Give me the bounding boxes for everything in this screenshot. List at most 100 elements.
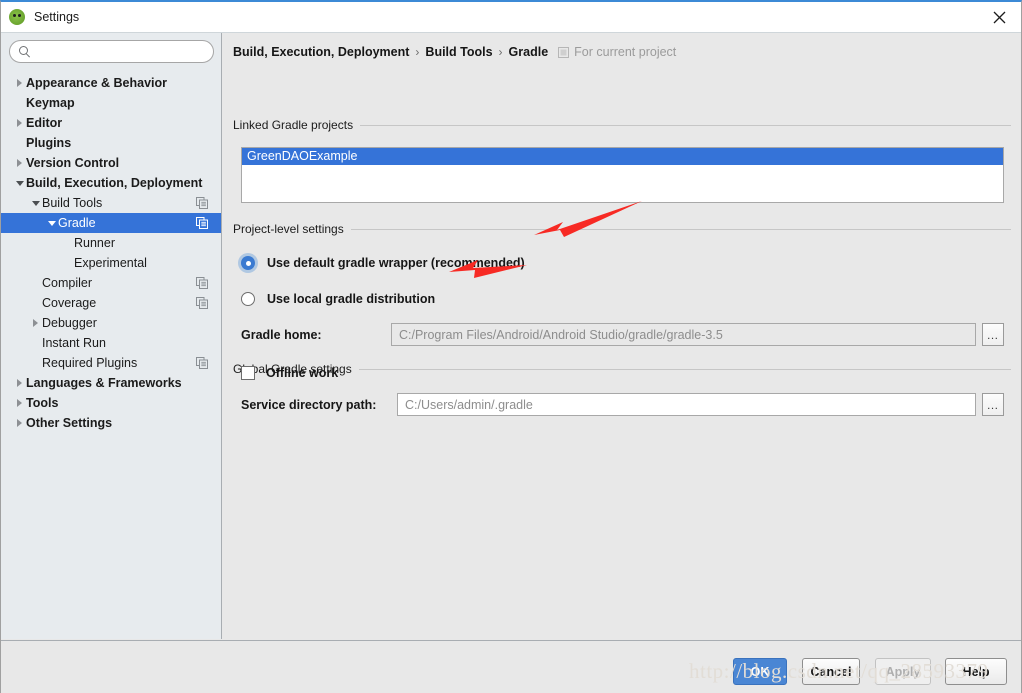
- copy-icon[interactable]: [196, 297, 208, 309]
- breadcrumb-item-2[interactable]: Build Tools: [425, 45, 492, 59]
- sidebar-item-version-control[interactable]: Version Control: [1, 153, 221, 173]
- chevron-right-icon[interactable]: [13, 393, 26, 413]
- close-icon[interactable]: [977, 2, 1021, 32]
- sidebar-item-label: Other Settings: [26, 416, 113, 430]
- search-area: [1, 33, 221, 63]
- service-directory-field[interactable]: C:/Users/admin/.gradle: [397, 393, 976, 416]
- settings-main-pane: Build, Execution, Deployment › Build Too…: [223, 33, 1021, 639]
- sidebar-item-label: Runner: [74, 236, 115, 250]
- sidebar-item-other-settings[interactable]: Other Settings: [1, 413, 221, 433]
- breadcrumb: Build, Execution, Deployment › Build Too…: [233, 45, 676, 59]
- settings-tree: Appearance & Behavior Keymap Editor Plugins…: [1, 73, 221, 433]
- gradle-home-value: C:/Program Files/Android/Android Studio/…: [399, 327, 723, 342]
- sidebar-item-gradle[interactable]: Gradle: [1, 213, 221, 233]
- radio-use-default-gradle-wrapper[interactable]: Use default gradle wrapper (recommended): [241, 256, 525, 270]
- gradle-home-row: Gradle home: C:/Program Files/Android/An…: [241, 323, 1004, 346]
- sidebar-item-label: Editor: [26, 116, 63, 130]
- sidebar-item-label: Gradle: [58, 216, 96, 230]
- chevron-down-icon[interactable]: [29, 193, 42, 213]
- chevron-right-icon[interactable]: [13, 73, 26, 93]
- sidebar-item-label: Languages & Frameworks: [26, 376, 182, 390]
- sidebar-item-build-tools[interactable]: Build Tools: [1, 193, 221, 213]
- group-project-level-settings: Project-level settings: [233, 222, 1011, 236]
- sidebar-item-compiler[interactable]: Compiler: [1, 273, 221, 293]
- sidebar-item-instant-run[interactable]: Instant Run: [1, 333, 221, 353]
- group-divider: [360, 124, 1011, 126]
- settings-sidebar: Appearance & Behavior Keymap Editor Plugins…: [1, 33, 222, 639]
- search-input[interactable]: [35, 43, 205, 60]
- radio-label-default-wrapper: Use default gradle wrapper (recommended): [267, 256, 525, 270]
- sidebar-item-label: Compiler: [42, 276, 93, 290]
- chevron-down-icon[interactable]: [13, 173, 26, 193]
- sidebar-item-editor[interactable]: Editor: [1, 113, 221, 133]
- group-label-linked-projects: Linked Gradle projects: [233, 118, 354, 132]
- cancel-button[interactable]: Cancel: [802, 658, 860, 685]
- service-directory-label: Service directory path:: [241, 397, 377, 412]
- breadcrumb-item-3[interactable]: Gradle: [509, 45, 549, 59]
- sidebar-item-build-execution-deployment[interactable]: Build, Execution, Deployment: [1, 173, 221, 193]
- chevron-right-icon[interactable]: [13, 413, 26, 433]
- sidebar-item-coverage[interactable]: Coverage: [1, 293, 221, 313]
- gradle-home-field[interactable]: C:/Program Files/Android/Android Studio/…: [391, 323, 976, 346]
- ok-button[interactable]: OK: [733, 658, 787, 685]
- sidebar-item-experimental[interactable]: Experimental: [1, 253, 221, 273]
- copy-icon[interactable]: [196, 217, 208, 229]
- radio-use-local-gradle-distribution[interactable]: Use local gradle distribution: [241, 292, 435, 306]
- title-bar: Settings: [1, 2, 1021, 32]
- radio-button-default-wrapper[interactable]: [241, 256, 255, 270]
- gradle-home-label: Gradle home:: [241, 327, 322, 342]
- group-divider: [358, 368, 1011, 370]
- chevron-right-icon[interactable]: [13, 153, 26, 173]
- apply-button: Apply: [875, 658, 931, 685]
- breadcrumb-item-1[interactable]: Build, Execution, Deployment: [233, 45, 409, 59]
- sidebar-item-label: Experimental: [74, 256, 147, 270]
- sidebar-item-label: Appearance & Behavior: [26, 76, 168, 90]
- sidebar-item-label: Debugger: [42, 316, 97, 330]
- sidebar-item-required-plugins[interactable]: Required Plugins: [1, 353, 221, 373]
- search-box[interactable]: [9, 40, 214, 63]
- service-directory-value: C:/Users/admin/.gradle: [405, 397, 533, 412]
- group-global-gradle-settings: Global Gradle settings: [233, 362, 1011, 376]
- checkbox-label-offline-work: Offline work: [266, 366, 339, 380]
- radio-button-local-distribution[interactable]: [241, 292, 255, 306]
- sidebar-item-label: Required Plugins: [42, 356, 138, 370]
- gradle-home-browse-button[interactable]: …: [982, 323, 1004, 346]
- project-scope-icon: [558, 47, 570, 58]
- help-button[interactable]: Help: [945, 658, 1007, 685]
- sidebar-item-keymap[interactable]: Keymap: [1, 93, 221, 113]
- sidebar-item-debugger[interactable]: Debugger: [1, 313, 221, 333]
- copy-icon[interactable]: [196, 357, 208, 369]
- search-icon: [19, 46, 30, 57]
- checkbox-offline-work[interactable]: Offline work: [241, 366, 338, 380]
- linked-projects-list[interactable]: GreenDAOExample: [241, 147, 1004, 203]
- group-label-project-level: Project-level settings: [233, 222, 344, 236]
- sidebar-item-runner[interactable]: Runner: [1, 233, 221, 253]
- sidebar-item-label: Version Control: [26, 156, 120, 170]
- sidebar-item-appearance-behavior[interactable]: Appearance & Behavior: [1, 73, 221, 93]
- chevron-down-icon[interactable]: [45, 213, 58, 233]
- chevron-right-icon[interactable]: [13, 373, 26, 393]
- sidebar-item-label: Plugins: [26, 136, 72, 150]
- breadcrumb-separator-1: ›: [415, 45, 420, 59]
- list-item[interactable]: GreenDAOExample: [242, 148, 1003, 165]
- sidebar-item-label: Coverage: [42, 296, 97, 310]
- chevron-right-icon[interactable]: [13, 113, 26, 133]
- chevron-right-icon[interactable]: [29, 313, 42, 333]
- sidebar-item-plugins[interactable]: Plugins: [1, 133, 221, 153]
- group-divider: [350, 228, 1011, 230]
- sidebar-item-label: Build Tools: [42, 196, 103, 210]
- window-title: Settings: [34, 10, 80, 24]
- service-directory-browse-button[interactable]: …: [982, 393, 1004, 416]
- copy-icon[interactable]: [196, 277, 208, 289]
- checkbox-box-offline-work[interactable]: [241, 366, 255, 380]
- sidebar-item-tools[interactable]: Tools: [1, 393, 221, 413]
- copy-icon[interactable]: [196, 197, 208, 209]
- service-directory-row: Service directory path: C:/Users/admin/.…: [241, 393, 1004, 416]
- sidebar-item-languages-frameworks[interactable]: Languages & Frameworks: [1, 373, 221, 393]
- sidebar-item-label: Keymap: [26, 96, 75, 110]
